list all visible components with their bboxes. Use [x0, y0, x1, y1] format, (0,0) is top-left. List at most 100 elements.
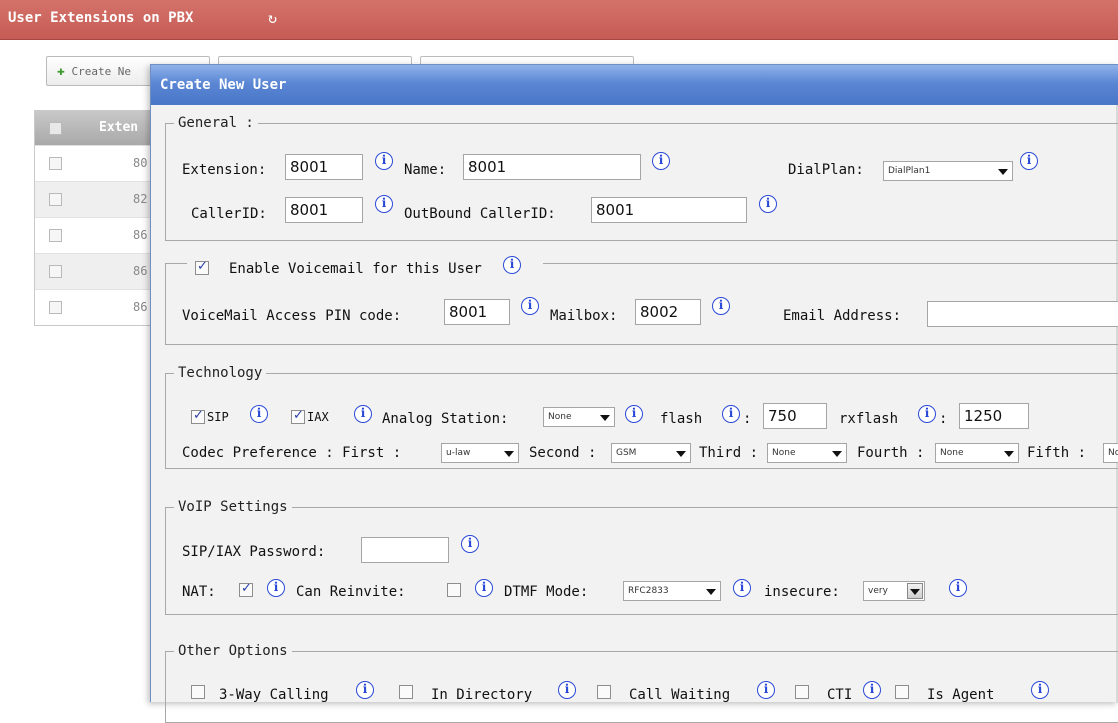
insecure-select[interactable]: very — [863, 581, 925, 601]
three-way-calling-label: 3-Way Calling — [219, 687, 329, 703]
dialog-title: Create New User — [160, 77, 287, 93]
flash-input[interactable]: 750 — [763, 403, 827, 429]
mailbox-label: Mailbox: — [550, 308, 618, 324]
info-icon[interactable]: i — [503, 256, 521, 274]
refresh-icon[interactable]: ↻ — [268, 9, 277, 27]
sip-iax-password-input[interactable] — [361, 537, 449, 563]
other-options-legend: Other Options — [178, 643, 288, 659]
codec-fifth-select[interactable]: No — [1103, 443, 1118, 463]
row-checkbox[interactable] — [49, 265, 62, 278]
info-icon[interactable]: i — [625, 405, 643, 423]
info-icon[interactable]: i — [1020, 152, 1038, 170]
extensions-table: Exten 80( 82( 86 86( 86( — [34, 110, 155, 326]
codec-second-value: GSM — [616, 448, 637, 458]
column-header-extension[interactable]: Exten — [99, 120, 138, 135]
info-icon[interactable]: i — [949, 579, 967, 597]
in-directory-checkbox[interactable] — [399, 685, 413, 699]
cti-checkbox[interactable] — [795, 685, 809, 699]
row-checkbox[interactable] — [49, 229, 62, 242]
general-legend: General : — [178, 115, 254, 131]
enable-voicemail-checkbox[interactable] — [195, 259, 209, 275]
chevron-down-icon — [832, 451, 842, 457]
codec-fourth-select[interactable]: None — [935, 443, 1019, 463]
row-checkbox[interactable] — [49, 193, 62, 206]
dialplan-label: DialPlan: — [788, 162, 864, 178]
table-header: Exten — [35, 111, 153, 145]
rxflash-input[interactable]: 1250 — [959, 403, 1029, 429]
outbound-callerid-label: OutBound CallerID: — [404, 206, 556, 222]
codec-fifth-label: Fifth : — [1027, 445, 1087, 461]
is-agent-label: Is Agent — [927, 687, 995, 703]
info-icon[interactable]: i — [652, 152, 670, 170]
can-reinvite-label: Can Reinvite: — [296, 584, 406, 600]
callerid-input[interactable]: 8001 — [285, 197, 363, 223]
info-icon[interactable]: i — [250, 405, 268, 423]
info-icon[interactable]: i — [375, 152, 393, 170]
info-icon[interactable]: i — [558, 681, 576, 699]
info-icon[interactable]: i — [461, 535, 479, 553]
can-reinvite-checkbox[interactable] — [447, 583, 461, 597]
info-icon[interactable]: i — [521, 297, 539, 315]
mailbox-input[interactable]: 8002 — [635, 299, 701, 325]
codec-fourth-value: None — [940, 448, 964, 458]
table-row[interactable]: 86 — [35, 217, 153, 253]
analog-station-select[interactable]: None — [543, 407, 615, 427]
info-icon[interactable]: i — [356, 681, 374, 699]
codec-first-value: u-law — [446, 448, 471, 458]
codec-third-select[interactable]: None — [767, 443, 847, 463]
nat-checkbox[interactable] — [239, 581, 253, 597]
flash-colon: : — [743, 411, 752, 427]
info-icon[interactable]: i — [1031, 681, 1049, 699]
chevron-down-icon — [1004, 451, 1014, 457]
table-row[interactable]: 86( — [35, 253, 155, 289]
page-title: User Extensions on PBX — [8, 10, 194, 26]
info-icon[interactable]: i — [759, 195, 777, 213]
plus-icon: ✚ — [57, 64, 65, 79]
row-checkbox[interactable] — [49, 157, 62, 170]
codec-fourth-label: Fourth : — [857, 445, 925, 461]
analog-station-value: None — [548, 412, 572, 422]
info-icon[interactable]: i — [267, 579, 285, 597]
other-options-section: Other Options — [165, 643, 1118, 723]
voicemail-legend: Enable Voicemail for this User i — [187, 256, 543, 283]
info-icon[interactable]: i — [712, 297, 730, 315]
iax-checkbox[interactable] — [291, 408, 305, 424]
select-all-checkbox[interactable] — [49, 122, 62, 135]
table-row[interactable]: 86( — [35, 289, 155, 325]
dtmf-mode-select[interactable]: RFC2833 — [623, 581, 721, 601]
table-row[interactable]: 82( — [35, 181, 155, 217]
pin-code-label: VoiceMail Access PIN code: — [182, 308, 402, 324]
info-icon[interactable]: i — [757, 681, 775, 699]
codec-first-select[interactable]: u-law — [441, 443, 519, 463]
flash-label: flash — [660, 411, 703, 427]
insecure-value: very — [868, 586, 888, 596]
three-way-calling-checkbox[interactable] — [191, 685, 205, 699]
info-icon[interactable]: i — [475, 579, 493, 597]
info-icon[interactable]: i — [733, 579, 751, 597]
row-checkbox[interactable] — [49, 301, 62, 314]
extension-input[interactable]: 8001 — [285, 154, 363, 180]
call-waiting-checkbox[interactable] — [597, 685, 611, 699]
info-icon[interactable]: i — [722, 405, 740, 423]
info-icon[interactable]: i — [863, 681, 881, 699]
chevron-down-icon — [504, 451, 514, 457]
chevron-down-icon — [600, 415, 610, 421]
sip-label: SIP — [207, 410, 229, 424]
table-row[interactable]: 80( — [35, 145, 155, 181]
dtmf-mode-value: RFC2833 — [628, 586, 669, 596]
info-icon[interactable]: i — [918, 405, 936, 423]
info-icon[interactable]: i — [375, 195, 393, 213]
in-directory-label: In Directory — [431, 687, 533, 703]
dialplan-select[interactable]: DialPlan1 — [883, 161, 1013, 181]
dialog-titlebar[interactable]: Create New User — [151, 65, 1118, 105]
email-input[interactable] — [927, 301, 1118, 327]
codec-second-select[interactable]: GSM — [611, 443, 691, 463]
pin-code-input[interactable]: 8001 — [444, 299, 510, 325]
name-input[interactable]: 8001 — [463, 154, 641, 180]
is-agent-checkbox[interactable] — [895, 685, 909, 699]
outbound-callerid-input[interactable]: 8001 — [591, 197, 747, 223]
technology-legend: Technology — [178, 365, 263, 381]
sip-checkbox[interactable] — [191, 408, 205, 424]
cti-label: CTI — [827, 687, 853, 703]
info-icon[interactable]: i — [354, 405, 372, 423]
